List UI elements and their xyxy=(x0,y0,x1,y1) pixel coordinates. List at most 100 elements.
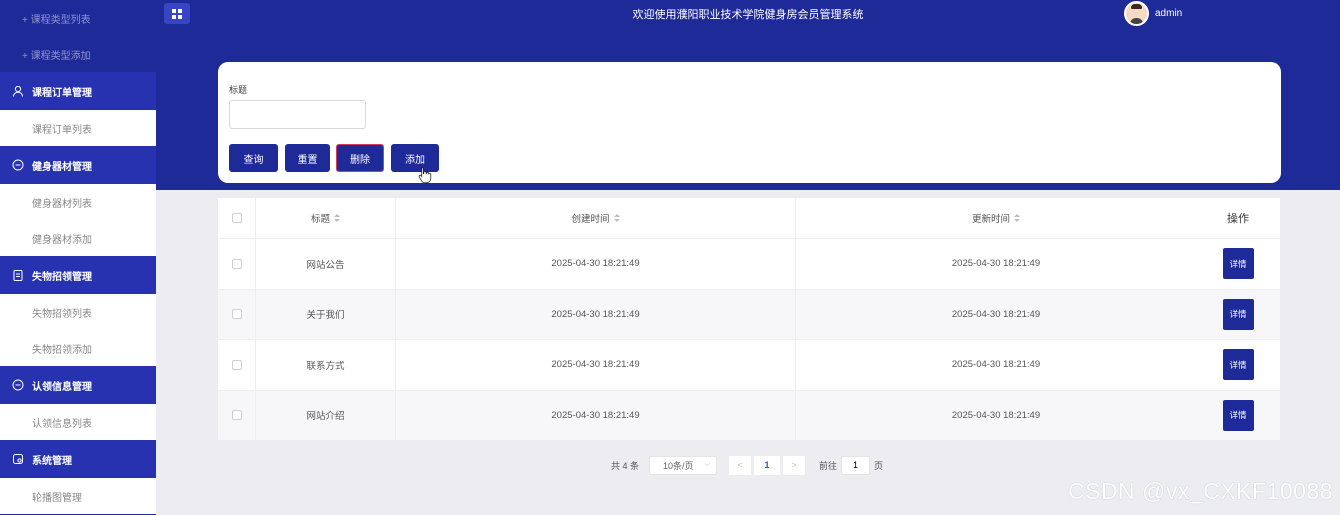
page-number-current[interactable]: 1 xyxy=(754,455,781,475)
detail-button[interactable]: 详情 xyxy=(1222,399,1254,431)
sidebar-item-label: 轮播图管理 xyxy=(32,492,82,504)
select-all-checkbox[interactable] xyxy=(231,213,242,223)
data-table: 标题 创建时间 更新时间 操作 网站公告 2025-04-30 18:21:49… xyxy=(218,198,1280,441)
row-select-cell xyxy=(218,239,256,289)
sort-icon[interactable] xyxy=(613,213,620,223)
column-header-op: 操作 xyxy=(1227,213,1249,225)
sidebar-item-course-type-list[interactable]: + 课程类型列表 xyxy=(0,0,156,36)
cell-created: 2025-04-30 18:21:49 xyxy=(396,289,796,339)
sidebar-group-claim-info[interactable]: 认领信息管理 xyxy=(0,366,156,404)
cell-title: 关于我们 xyxy=(256,289,396,339)
sidebar-item-equipment-list[interactable]: 健身器材列表 xyxy=(0,184,156,220)
table-row: 网站介绍 2025-04-30 18:21:49 2025-04-30 18:2… xyxy=(218,390,1280,441)
sidebar-item-equipment-add[interactable]: 健身器材添加 xyxy=(0,220,156,256)
cell-op: 详情 xyxy=(1196,239,1280,289)
sidebar-item-label: + 课程类型添加 xyxy=(22,50,91,62)
column-header-updated[interactable]: 更新时间 xyxy=(796,198,1196,238)
user-menu[interactable]: admin xyxy=(1124,0,1182,26)
total-count: 共 4 条 xyxy=(611,460,640,471)
user-icon xyxy=(12,85,24,97)
sidebar-item-course-type-add[interactable]: + 课程类型添加 xyxy=(0,36,156,72)
sidebar-group-system[interactable]: 系统管理 xyxy=(0,440,156,478)
sidebar: + 课程类型列表 + 课程类型添加 课程订单管理 课程订单列表 健身器材管理 健… xyxy=(0,0,156,515)
cell-op: 详情 xyxy=(1196,340,1280,390)
query-button[interactable]: 查询 xyxy=(229,144,278,172)
clipboard-icon xyxy=(12,269,24,281)
sort-icon[interactable] xyxy=(334,213,340,223)
prev-page-button[interactable]: < xyxy=(729,455,752,475)
row-checkbox[interactable] xyxy=(231,258,242,269)
page-suffix: 页 xyxy=(874,460,884,471)
hand-cursor-icon xyxy=(418,167,432,184)
delete-button[interactable]: 删除 xyxy=(336,144,384,172)
pagination: 共 4 条 10条/页 ⌵ < 1 > 前往 页 xyxy=(611,455,883,475)
row-checkbox[interactable] xyxy=(231,410,242,421)
select-all-cell xyxy=(218,198,256,238)
avatar xyxy=(1124,0,1149,26)
sidebar-group-label: 系统管理 xyxy=(32,455,72,467)
sidebar-group-label: 课程订单管理 xyxy=(32,87,92,99)
page-size-value: 10条/页 xyxy=(663,460,694,471)
table-row: 联系方式 2025-04-30 18:21:49 2025-04-30 18:2… xyxy=(218,340,1280,391)
row-checkbox[interactable] xyxy=(231,359,242,370)
watermark: CSDN @vx_CXKF10088 xyxy=(1068,478,1333,504)
goto-page-input[interactable] xyxy=(841,455,871,475)
sidebar-item-label: 失物招领列表 xyxy=(32,308,92,320)
sidebar-item-claim-info-list[interactable]: 认领信息列表 xyxy=(0,404,156,440)
sidebar-item-lost-found-add[interactable]: 失物招领添加 xyxy=(0,330,156,366)
table-row: 关于我们 2025-04-30 18:21:49 2025-04-30 18:2… xyxy=(218,289,1280,340)
sidebar-item-course-order-list[interactable]: 课程订单列表 xyxy=(0,110,156,146)
reset-button[interactable]: 重置 xyxy=(285,144,330,172)
column-header-label: 创建时间 xyxy=(571,214,610,225)
sidebar-group-equipment[interactable]: 健身器材管理 xyxy=(0,146,156,184)
search-panel: 标题 查询 重置 删除 添加 xyxy=(218,62,1281,184)
sidebar-item-label: 课程订单列表 xyxy=(32,124,92,136)
row-select-cell xyxy=(218,340,256,390)
cell-updated: 2025-04-30 18:21:49 xyxy=(951,308,1041,320)
sort-icon[interactable] xyxy=(1014,213,1020,223)
cell-updated: 2025-04-30 18:21:49 xyxy=(951,359,1041,371)
column-header-created[interactable]: 创建时间 xyxy=(396,198,796,238)
column-header-label: 标题 xyxy=(310,214,330,225)
cell-created: 2025-04-30 18:21:49 xyxy=(396,239,796,289)
chevron-down-icon: ⌵ xyxy=(704,461,711,468)
title-field-label: 标题 xyxy=(229,85,248,95)
sidebar-group-course-order[interactable]: 课程订单管理 xyxy=(0,72,156,110)
cell-title: 联系方式 xyxy=(256,340,396,390)
row-checkbox[interactable] xyxy=(231,309,242,320)
detail-button[interactable]: 详情 xyxy=(1222,298,1254,330)
table-row: 网站公告 2025-04-30 18:21:49 2025-04-30 18:2… xyxy=(218,239,1280,290)
cell-created: 2025-04-30 18:21:49 xyxy=(396,340,796,390)
cell-title: 网站公告 xyxy=(256,239,396,289)
username: admin xyxy=(1155,7,1183,19)
sidebar-group-lost-found[interactable]: 失物招领管理 xyxy=(0,256,156,294)
next-page-button[interactable]: > xyxy=(783,455,806,475)
sidebar-group-label: 失物招领管理 xyxy=(32,271,92,283)
column-header-label: 更新时间 xyxy=(971,214,1010,225)
cell-op: 详情 xyxy=(1196,391,1280,441)
title-search-input[interactable] xyxy=(229,100,366,129)
sidebar-item-label: + 课程类型列表 xyxy=(22,14,91,26)
sidebar-item-label: 健身器材列表 xyxy=(32,198,92,210)
chat-icon xyxy=(12,379,24,391)
sidebar-group-label: 认领信息管理 xyxy=(32,381,92,393)
settings-doc-icon xyxy=(12,453,24,465)
row-select-cell xyxy=(218,390,256,440)
chat-icon xyxy=(12,159,24,171)
detail-button[interactable]: 详情 xyxy=(1222,248,1254,280)
sidebar-group-label: 健身器材管理 xyxy=(32,161,92,173)
detail-button[interactable]: 详情 xyxy=(1222,349,1254,381)
sidebar-item-label: 失物招领添加 xyxy=(32,344,92,356)
sidebar-item-label: 认领信息列表 xyxy=(32,418,92,430)
sidebar-item-carousel-manage[interactable]: 轮播图管理 xyxy=(0,478,156,514)
sidebar-item-lost-found-list[interactable]: 失物招领列表 xyxy=(0,294,156,330)
page-size-select[interactable]: 10条/页 ⌵ xyxy=(649,455,718,475)
row-select-cell xyxy=(218,289,256,339)
cell-created: 2025-04-30 18:21:49 xyxy=(396,390,796,440)
cell-updated: 2025-04-30 18:21:49 xyxy=(951,258,1041,270)
table-header-row: 标题 创建时间 更新时间 操作 xyxy=(218,198,1280,239)
cell-updated: 2025-04-30 18:21:49 xyxy=(951,409,1041,421)
cell-title: 网站介绍 xyxy=(256,390,396,440)
goto-label: 前往 xyxy=(819,460,838,471)
column-header-title[interactable]: 标题 xyxy=(256,198,396,238)
